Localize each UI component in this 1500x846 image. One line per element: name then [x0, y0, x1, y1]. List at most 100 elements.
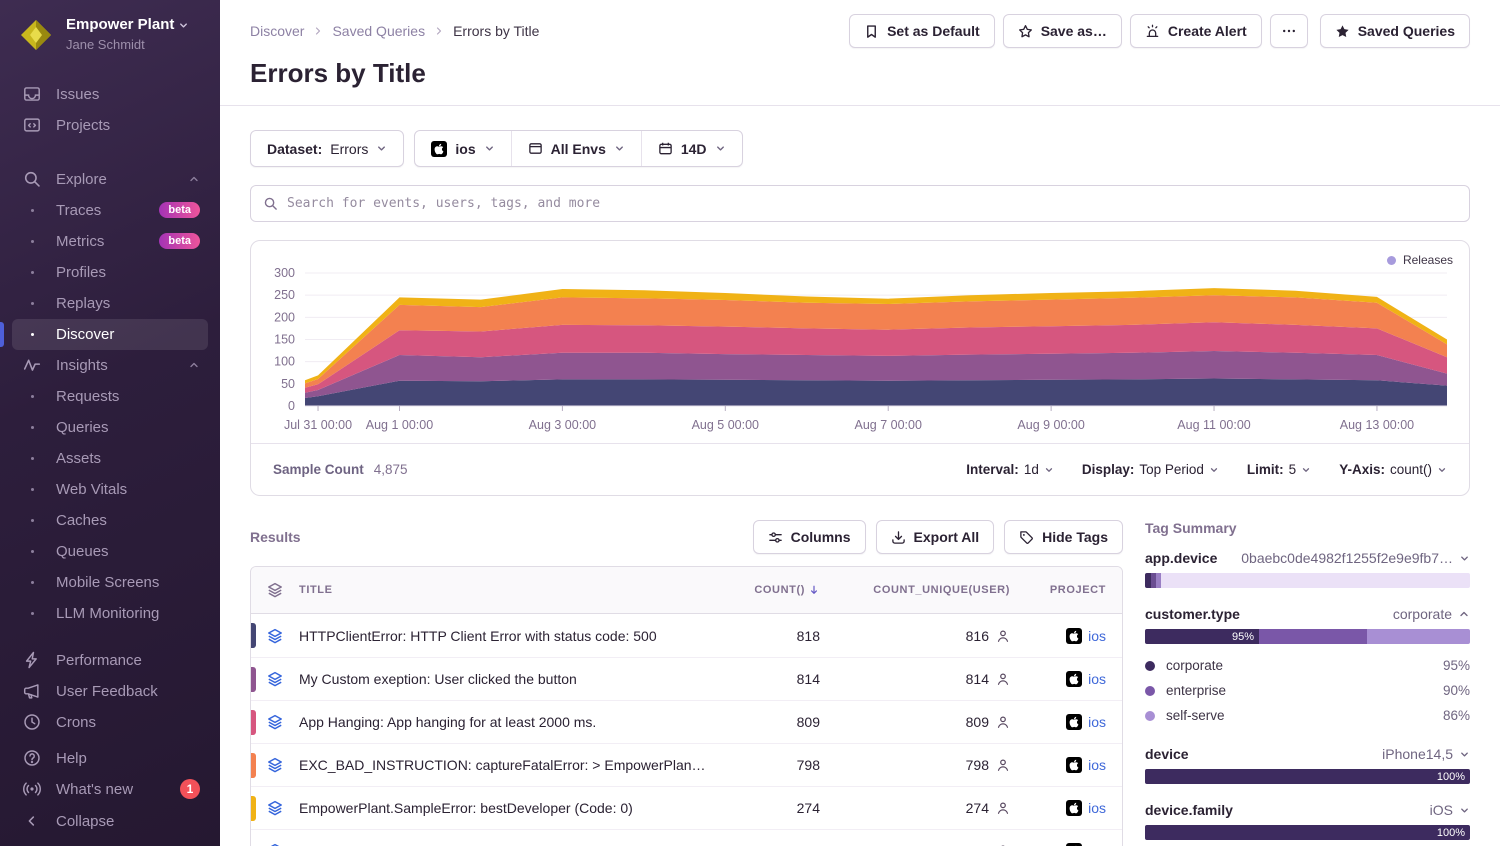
tag-distribution-bar[interactable]: 100% — [1145, 825, 1470, 840]
tag-top-value[interactable]: 0baebc0de4982f1255f2e9e9fb7… — [1241, 550, 1470, 566]
sidebar-item-llm-monitoring[interactable]: LLM Monitoring — [12, 598, 208, 629]
legend-dot-icon — [1145, 686, 1155, 696]
saved-queries-button[interactable]: Saved Queries — [1320, 14, 1470, 48]
svg-text:Aug 3 00:00: Aug 3 00:00 — [529, 418, 596, 432]
sidebar: Empower Plant Jane Schmidt IssuesProject… — [0, 0, 220, 846]
column-header-project[interactable]: PROJECT — [1010, 584, 1122, 596]
yaxis-selector[interactable]: Y-Axis: count() — [1339, 462, 1447, 477]
sidebar-item-what-s-new[interactable]: What's new1 — [12, 774, 208, 805]
column-header-count[interactable]: COUNT() — [720, 584, 820, 596]
chevron-down-icon — [1437, 465, 1447, 475]
project-link[interactable]: ios — [1088, 757, 1106, 773]
project-link[interactable]: ios — [1088, 628, 1106, 644]
date-range-filter[interactable]: 14D — [641, 131, 742, 166]
tag-top-value[interactable]: iOS — [1430, 802, 1470, 818]
chevron-down-icon — [715, 143, 726, 154]
tag-distribution-bar[interactable]: 100% — [1145, 769, 1470, 784]
hide-tags-button[interactable]: Hide Tags — [1004, 520, 1123, 554]
sidebar-item-user-feedback[interactable]: User Feedback — [12, 676, 208, 707]
notification-badge: 1 — [180, 779, 200, 799]
display-selector[interactable]: Display: Top Period — [1082, 462, 1219, 477]
sidebar-item-traces[interactable]: Tracesbeta — [12, 195, 208, 226]
chevron-down-icon — [1459, 749, 1470, 760]
sidebar-item-discover[interactable]: Discover — [12, 319, 208, 350]
tag-top-value[interactable]: corporate — [1393, 606, 1470, 622]
legend-releases[interactable]: Releases — [1387, 253, 1453, 267]
sidebar-item-replays[interactable]: Replays — [12, 288, 208, 319]
sidebar-item-explore[interactable]: Explore — [12, 164, 208, 195]
sidebar-item-crons[interactable]: Crons — [12, 707, 208, 738]
sidebar-item-help[interactable]: Help — [12, 743, 208, 774]
tag-value-label: enterprise — [1166, 683, 1226, 698]
environment-filter[interactable]: All Envs — [511, 131, 641, 166]
tag-summary-panel: Tag Summary app.device0baebc0de4982f1255… — [1145, 520, 1470, 846]
megaphone-icon — [22, 682, 42, 700]
save-as-button[interactable]: Save as… — [1003, 14, 1122, 48]
star-outline-icon — [1018, 24, 1033, 39]
sidebar-item-mobile-screens[interactable]: Mobile Screens — [12, 567, 208, 598]
export-all-button[interactable]: Export All — [876, 520, 995, 554]
sidebar-item-requests[interactable]: Requests — [12, 381, 208, 412]
table-row[interactable]: HTTPClientError: HTTP Client Error with … — [251, 614, 1122, 657]
results-title: Results — [250, 529, 301, 545]
tag-value-percent: 90% — [1443, 683, 1470, 698]
table-row[interactable]: EmpowerPlant.SampleError: bestDeveloper … — [251, 786, 1122, 829]
stacked-area-chart: Releases 050100150200250300Jul 31 00:00A… — [251, 241, 1469, 443]
count-unique-value: 814 — [966, 671, 989, 687]
sidebar-item-caches[interactable]: Caches — [12, 505, 208, 536]
sidebar-collapse-button[interactable]: Collapse — [0, 806, 220, 846]
tag-summary-title: Tag Summary — [1145, 520, 1470, 536]
project-link[interactable]: ios — [1088, 714, 1106, 730]
search-input[interactable] — [287, 196, 1457, 211]
table-row[interactable]: App Hanging: App hanging for at least 20… — [251, 700, 1122, 743]
project-filter[interactable]: ios — [415, 131, 510, 166]
table-row[interactable]: EmpowerPlant.SampleError: happyCustomer … — [251, 829, 1122, 846]
tag-legend-row[interactable]: enterprise 90% — [1145, 678, 1470, 703]
columns-button[interactable]: Columns — [753, 520, 866, 554]
tag-distribution-bar[interactable] — [1145, 573, 1470, 588]
org-switcher[interactable]: Empower Plant Jane Schmidt — [0, 0, 220, 69]
create-alert-button[interactable]: Create Alert — [1130, 14, 1262, 48]
user-icon — [996, 801, 1010, 815]
sidebar-item-performance[interactable]: Performance — [12, 645, 208, 676]
tag-distribution-bar[interactable]: 95% — [1145, 629, 1470, 644]
error-title-link[interactable]: My Custom exeption: User clicked the but… — [299, 671, 720, 687]
breadcrumb-separator-icon — [433, 25, 445, 37]
breadcrumb-discover[interactable]: Discover — [250, 23, 304, 39]
error-title-link[interactable]: App Hanging: App hanging for at least 20… — [299, 714, 720, 730]
error-title-link[interactable]: EmpowerPlant.SampleError: bestDeveloper … — [299, 800, 720, 816]
sidebar-item-queues[interactable]: Queues — [12, 536, 208, 567]
tag-top-value[interactable]: iPhone14,5 — [1382, 746, 1470, 762]
svg-text:100: 100 — [274, 355, 295, 369]
table-row[interactable]: EXC_BAD_INSTRUCTION: captureFatalError: … — [251, 743, 1122, 786]
tag-card-app-device: app.device0baebc0de4982f1255f2e9e9fb7… — [1145, 550, 1470, 588]
column-header-title[interactable]: TITLE — [299, 584, 720, 596]
sidebar-item-metrics[interactable]: Metricsbeta — [12, 226, 208, 257]
project-link[interactable]: ios — [1088, 800, 1106, 816]
table-row[interactable]: My Custom exeption: User clicked the but… — [251, 657, 1122, 700]
bullet-icon — [22, 488, 42, 491]
dataset-selector[interactable]: Dataset: Errors — [250, 130, 404, 167]
interval-selector[interactable]: Interval: 1d — [966, 462, 1054, 477]
sidebar-item-queries[interactable]: Queries — [12, 412, 208, 443]
tag-legend-row[interactable]: corporate95% — [1145, 653, 1470, 678]
series-color-strip — [251, 710, 256, 735]
error-title-link[interactable]: HTTPClientError: HTTP Client Error with … — [299, 628, 720, 644]
sidebar-item-web-vitals[interactable]: Web Vitals — [12, 474, 208, 505]
bullet-icon — [22, 519, 42, 522]
error-title-link[interactable]: EXC_BAD_INSTRUCTION: captureFatalError: … — [299, 757, 720, 773]
sidebar-item-assets[interactable]: Assets — [12, 443, 208, 474]
sidebar-item-issues[interactable]: Issues — [12, 79, 208, 110]
nav-gap — [12, 141, 208, 164]
breadcrumb-saved-queries[interactable]: Saved Queries — [332, 23, 425, 39]
limit-selector[interactable]: Limit: 5 — [1247, 462, 1311, 477]
set-as-default-button[interactable]: Set as Default — [849, 14, 995, 48]
sidebar-item-insights[interactable]: Insights — [12, 350, 208, 381]
column-header-count-unique[interactable]: COUNT_UNIQUE(USER) — [820, 584, 1010, 596]
project-link[interactable]: ios — [1088, 671, 1106, 687]
tag-legend-row[interactable]: self-serve86% — [1145, 703, 1470, 728]
sidebar-item-projects[interactable]: Projects — [12, 110, 208, 141]
more-options-button[interactable] — [1270, 14, 1308, 48]
chevron-down-icon — [1301, 465, 1311, 475]
sidebar-item-profiles[interactable]: Profiles — [12, 257, 208, 288]
